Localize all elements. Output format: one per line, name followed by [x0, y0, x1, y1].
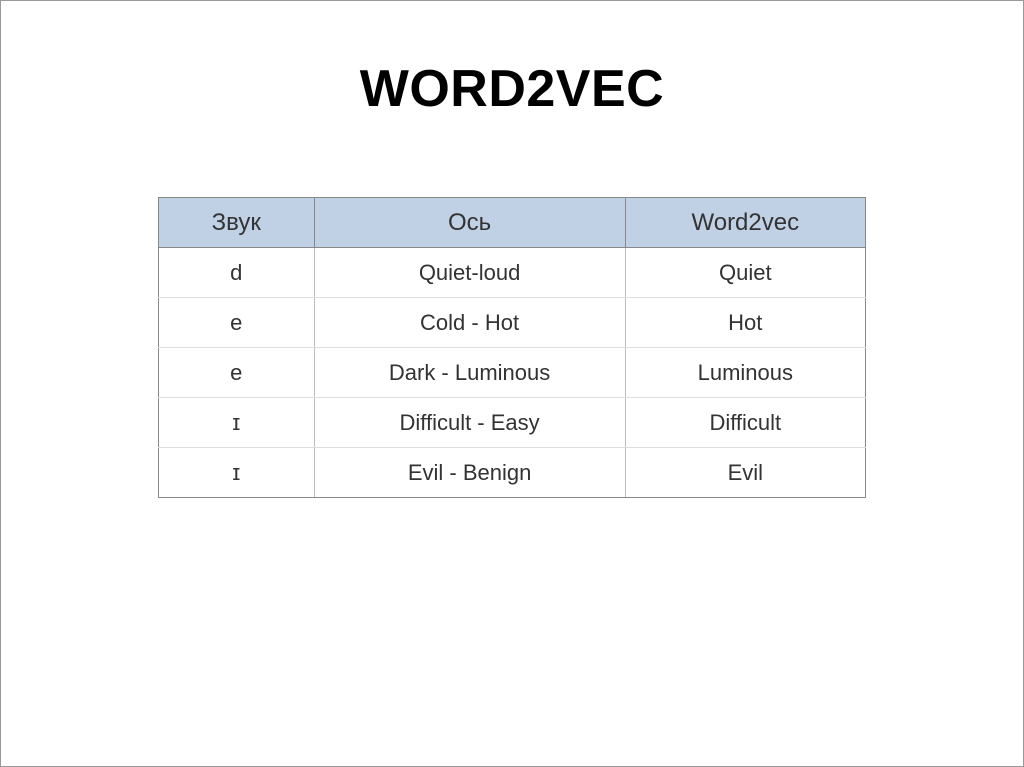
cell-word2vec: Evil	[625, 448, 865, 498]
page-title: WORD2VEC	[1, 59, 1023, 119]
header-sound: Звук	[159, 198, 315, 248]
table-row: ɪ Evil - Benign Evil	[159, 448, 866, 498]
cell-sound: e	[159, 298, 315, 348]
table-row: e Dark - Luminous Luminous	[159, 348, 866, 398]
header-axis: Ось	[314, 198, 625, 248]
cell-axis: Quiet-loud	[314, 248, 625, 298]
header-word2vec: Word2vec	[625, 198, 865, 248]
cell-axis: Cold - Hot	[314, 298, 625, 348]
table-header-row: Звук Ось Word2vec	[159, 198, 866, 248]
slide: WORD2VEC Звук Ось Word2vec d Quiet-loud …	[1, 1, 1023, 766]
cell-sound: d	[159, 248, 315, 298]
cell-axis: Dark - Luminous	[314, 348, 625, 398]
cell-sound: e	[159, 348, 315, 398]
cell-word2vec: Luminous	[625, 348, 865, 398]
cell-sound: ɪ	[159, 448, 315, 498]
table-row: e Cold - Hot Hot	[159, 298, 866, 348]
cell-word2vec: Hot	[625, 298, 865, 348]
data-table: Звук Ось Word2vec d Quiet-loud Quiet e C…	[158, 197, 866, 498]
cell-word2vec: Quiet	[625, 248, 865, 298]
table-container: Звук Ось Word2vec d Quiet-loud Quiet e C…	[1, 197, 1023, 498]
table-row: d Quiet-loud Quiet	[159, 248, 866, 298]
cell-axis: Difficult - Easy	[314, 398, 625, 448]
cell-axis: Evil - Benign	[314, 448, 625, 498]
table-row: ɪ Difficult - Easy Difficult	[159, 398, 866, 448]
cell-sound: ɪ	[159, 398, 315, 448]
cell-word2vec: Difficult	[625, 398, 865, 448]
